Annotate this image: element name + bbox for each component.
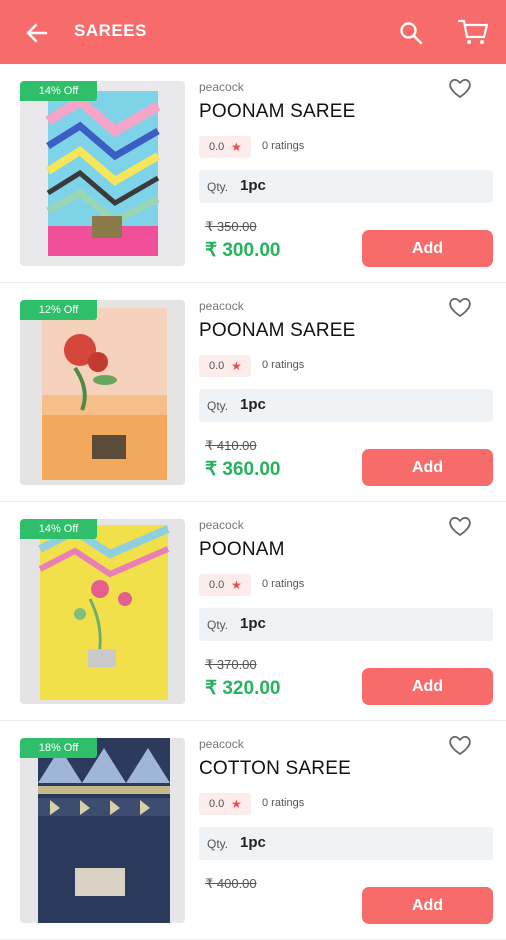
rating-value: 0.0: [209, 360, 225, 372]
product-name: POONAM: [199, 539, 285, 560]
favorite-button[interactable]: [447, 76, 473, 100]
original-price: ₹ 410.00: [205, 438, 257, 453]
favorite-button[interactable]: [447, 733, 473, 757]
product-brand: peacock: [199, 299, 244, 313]
heart-icon: [449, 298, 471, 317]
favorite-button[interactable]: [447, 514, 473, 538]
quantity-selector[interactable]: Qty. 1pc: [199, 827, 493, 860]
cart-icon: [457, 19, 489, 44]
qty-label: Qty.: [207, 399, 229, 413]
quantity-selector[interactable]: Qty. 1pc: [199, 608, 493, 641]
qty-value: 1pc: [240, 615, 266, 632]
original-price: ₹ 350.00: [205, 219, 257, 234]
rating-chip: 0.0 ★: [199, 574, 251, 596]
heart-icon: [449, 517, 471, 536]
discount-badge: 18% Off: [20, 738, 97, 758]
sale-price: ₹ 300.00: [205, 240, 281, 261]
star-icon: ★: [231, 140, 242, 154]
product-brand: peacock: [199, 518, 244, 532]
product-card[interactable]: 14% Off peacock POONAM SAREE 0.0 ★ 0 rat…: [0, 64, 506, 283]
heart-icon: [449, 79, 471, 98]
product-name: COTTON SAREE: [199, 758, 351, 779]
add-button[interactable]: Add: [362, 887, 493, 924]
rating-chip: 0.0 ★: [199, 793, 251, 815]
back-button[interactable]: [22, 18, 52, 48]
product-image[interactable]: [20, 300, 185, 485]
original-price: ₹ 400.00: [205, 876, 257, 891]
page-title: SAREES: [74, 21, 147, 40]
heart-icon: [449, 736, 471, 755]
add-button[interactable]: Add: [362, 668, 493, 705]
favorite-button[interactable]: [447, 295, 473, 319]
rating-value: 0.0: [209, 798, 225, 810]
star-icon: ★: [231, 578, 242, 592]
qty-value: 1pc: [240, 396, 266, 413]
star-icon: ★: [231, 359, 242, 373]
qty-label: Qty.: [207, 837, 229, 851]
arrow-left-icon: [26, 23, 48, 43]
rating-value: 0.0: [209, 579, 225, 591]
product-brand: peacock: [199, 737, 244, 751]
discount-badge: 14% Off: [20, 81, 97, 101]
ratings-count: 0 ratings: [262, 140, 305, 152]
product-name: POONAM SAREE: [199, 320, 356, 341]
product-brand: peacock: [199, 80, 244, 94]
product-image[interactable]: [20, 81, 185, 266]
product-image[interactable]: [20, 519, 185, 704]
ratings-count: 0 ratings: [262, 578, 305, 590]
qty-value: 1pc: [240, 177, 266, 194]
discount-badge: 12% Off: [20, 300, 97, 320]
search-button[interactable]: [396, 18, 426, 48]
rating-chip: 0.0 ★: [199, 136, 251, 158]
product-card[interactable]: 14% Off peacock POONAM 0.0 ★ 0 ratings Q…: [0, 502, 506, 721]
search-icon: [400, 22, 423, 45]
quantity-selector[interactable]: Qty. 1pc: [199, 170, 493, 203]
product-card[interactable]: 12% Off peacock POONAM SAREE 0.0 ★ 0 rat…: [0, 283, 506, 502]
qty-label: Qty.: [207, 180, 229, 194]
rating-value: 0.0: [209, 141, 225, 153]
product-card[interactable]: 18% Off peacock COTTON SAREE 0.0 ★ 0 rat…: [0, 721, 506, 940]
product-name: POONAM SAREE: [199, 101, 356, 122]
cart-button[interactable]: [456, 16, 490, 48]
sale-price: ₹ 320.00: [205, 678, 281, 699]
discount-badge: 14% Off: [20, 519, 97, 539]
sale-price: ₹ 360.00: [205, 459, 281, 480]
product-image[interactable]: [20, 738, 185, 923]
original-price: ₹ 370.00: [205, 657, 257, 672]
ratings-count: 0 ratings: [262, 359, 305, 371]
qty-label: Qty.: [207, 618, 229, 632]
add-button[interactable]: Add: [362, 449, 493, 486]
quantity-selector[interactable]: Qty. 1pc: [199, 389, 493, 422]
product-list: 14% Off peacock POONAM SAREE 0.0 ★ 0 rat…: [0, 64, 506, 940]
add-button[interactable]: Add: [362, 230, 493, 267]
rating-chip: 0.0 ★: [199, 355, 251, 377]
ratings-count: 0 ratings: [262, 797, 305, 809]
star-icon: ★: [231, 797, 242, 811]
qty-value: 1pc: [240, 834, 266, 851]
app-bar: SAREES: [0, 0, 506, 64]
